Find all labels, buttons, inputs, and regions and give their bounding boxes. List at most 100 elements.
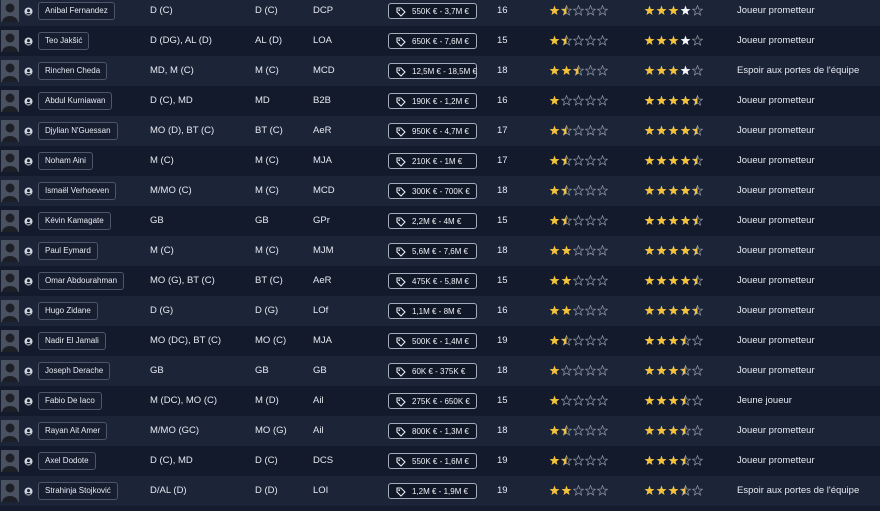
- table-row[interactable]: Abdul Kurniawan D (C), MD MD B2B 190K € …: [0, 86, 880, 116]
- player-name-button[interactable]: Abdul Kurniawan: [38, 92, 113, 110]
- player-status-cell: Espoir aux portes de l'équipe: [737, 485, 860, 496]
- table-row[interactable]: Teo Jakšić D (DG), AL (D) AL (D) LOA 650…: [0, 26, 880, 56]
- player-photo[interactable]: [1, 30, 19, 52]
- transfer-value-button[interactable]: 550K € - 1,6M €: [388, 453, 477, 469]
- transfer-value-button[interactable]: 650K € - 7,6M €: [388, 33, 477, 49]
- transfer-value-button[interactable]: 1,2M € - 1,9M €: [388, 483, 477, 499]
- player-photo[interactable]: [1, 390, 19, 412]
- table-row[interactable]: Djylian N'Guessan MO (D), BT (C) BT (C) …: [0, 116, 880, 146]
- player-name-button[interactable]: Axel Dodote: [38, 452, 96, 470]
- player-name-button[interactable]: Teo Jakšić: [38, 32, 90, 50]
- star-icon: [549, 365, 560, 376]
- table-row[interactable]: Anibal Fernandez D (C) D (C) DCP 550K € …: [0, 0, 880, 26]
- table-row[interactable]: Strahinja Stojković D/AL (D) D (D) LOI 1…: [0, 476, 880, 506]
- price-tag-icon: [396, 97, 406, 107]
- star-icon: [597, 455, 608, 466]
- transfer-value-button[interactable]: 275K € - 650K €: [388, 393, 477, 409]
- positions-cell: GB: [150, 215, 164, 226]
- table-row[interactable]: Ismaël Verhoeven M/MO (C) M (C) MCD 300K…: [0, 176, 880, 206]
- player-name-button[interactable]: Rayan Ait Amer: [38, 422, 108, 440]
- transfer-value-button[interactable]: 2,2M € - 4M €: [388, 213, 477, 229]
- star-icon: [680, 95, 691, 106]
- star-icon: [644, 365, 655, 376]
- price-tag-icon: [396, 397, 406, 407]
- transfer-value-button[interactable]: 12,5M € - 18,5M €: [388, 63, 477, 79]
- player-photo[interactable]: [1, 300, 19, 322]
- star-icon: [644, 305, 655, 316]
- transfer-value-button[interactable]: 60K € - 375K €: [388, 363, 477, 379]
- transfer-value-button[interactable]: 210K € - 1M €: [388, 153, 477, 169]
- table-row[interactable]: Axel Dodote D (C), MD D (C) DCS 550K € -…: [0, 446, 880, 476]
- table-row[interactable]: Joseph Derache GB GB GB 60K € - 375K € 1…: [0, 356, 880, 386]
- player-name-button[interactable]: Joseph Derache: [38, 362, 111, 380]
- star-icon: [644, 95, 655, 106]
- star-icon: [692, 455, 703, 466]
- star-icon: [597, 35, 608, 46]
- player-name-button[interactable]: Nadir El Jamali: [38, 332, 106, 350]
- player-name-button[interactable]: Kévin Kamagate: [38, 212, 111, 230]
- star-icon: [573, 245, 584, 256]
- player-name-button[interactable]: Omar Abdourahman: [38, 272, 125, 290]
- player-name-button[interactable]: Djylian N'Guessan: [38, 122, 118, 140]
- player-name-button[interactable]: Noham Aini: [38, 152, 93, 170]
- player-photo[interactable]: [1, 240, 19, 262]
- transfer-value-button[interactable]: 300K € - 700K €: [388, 183, 477, 199]
- player-name-button[interactable]: Anibal Fernandez: [38, 2, 115, 20]
- table-row[interactable]: Rinchen Cheda MD, M (C) M (C) MCD 12,5M …: [0, 56, 880, 86]
- player-name-button[interactable]: Rinchen Cheda: [38, 62, 108, 80]
- star-icon: [585, 305, 596, 316]
- transfer-value-text: 190K € - 1,2M €: [412, 97, 469, 106]
- transfer-value-button[interactable]: 950K € - 4,7M €: [388, 123, 477, 139]
- player-photo[interactable]: [1, 270, 19, 292]
- player-photo[interactable]: [1, 450, 19, 472]
- positions-cell: MD, M (C): [150, 65, 194, 76]
- transfer-value-button[interactable]: 800K € - 1,3M €: [388, 423, 477, 439]
- player-status-cell: Joueur prometteur: [737, 155, 815, 166]
- table-row[interactable]: Rayan Ait Amer M/MO (GC) MO (G) Ail 800K…: [0, 416, 880, 446]
- table-row[interactable]: Hugo Zidane D (G) D (G) LOf 1,1M € - 8M …: [0, 296, 880, 326]
- player-photo[interactable]: [1, 480, 19, 502]
- player-name-button[interactable]: Ismaël Verhoeven: [38, 182, 117, 200]
- player-photo[interactable]: [1, 120, 19, 142]
- player-name-button[interactable]: Strahinja Stojković: [38, 482, 118, 500]
- player-photo[interactable]: [1, 90, 19, 112]
- current-ability-stars: [549, 95, 608, 107]
- star-icon: [680, 245, 691, 256]
- star-icon: [656, 185, 667, 196]
- star-icon: [585, 335, 596, 346]
- star-icon: [656, 425, 667, 436]
- star-icon: [573, 125, 584, 136]
- table-row[interactable]: Nadir El Jamali MO (DC), BT (C) MO (C) M…: [0, 326, 880, 356]
- transfer-value-button[interactable]: 1,1M € - 8M €: [388, 303, 477, 319]
- transfer-value-button[interactable]: 5,6M € - 7,6M €: [388, 243, 477, 259]
- player-name-button[interactable]: Hugo Zidane: [38, 302, 98, 320]
- transfer-value-button[interactable]: 550K € - 3,7M €: [388, 3, 477, 19]
- table-row[interactable]: Noham Aini M (C) M (C) MJA 210K € - 1M €…: [0, 146, 880, 176]
- player-photo[interactable]: [1, 150, 19, 172]
- player-photo[interactable]: [1, 330, 19, 352]
- player-photo[interactable]: [1, 60, 19, 82]
- player-photo[interactable]: [1, 180, 19, 202]
- player-photo[interactable]: [1, 420, 19, 442]
- table-row[interactable]: Fabio De Iaco M (DC), MO (C) M (D) Ail 2…: [0, 386, 880, 416]
- table-row[interactable]: Omar Abdourahman MO (G), BT (C) BT (C) A…: [0, 266, 880, 296]
- transfer-value-button[interactable]: 500K € - 1,4M €: [388, 333, 477, 349]
- table-row[interactable]: Kévin Kamagate GB GB GPr 2,2M € - 4M € 1…: [0, 206, 880, 236]
- star-icon: [561, 395, 572, 406]
- potential-ability-stars: [644, 35, 703, 47]
- best-position-cell: BT (C): [255, 275, 283, 286]
- player-name-button[interactable]: Paul Eymard: [38, 242, 98, 260]
- transfer-value-button[interactable]: 475K € - 5,8M €: [388, 273, 477, 289]
- player-photo[interactable]: [1, 210, 19, 232]
- age-cell: 18: [497, 425, 508, 436]
- transfer-value-button[interactable]: 190K € - 1,2M €: [388, 93, 477, 109]
- positions-cell: GB: [150, 365, 164, 376]
- player-photo[interactable]: [1, 360, 19, 382]
- star-icon: [597, 155, 608, 166]
- star-icon: [597, 365, 608, 376]
- star-icon: [644, 485, 655, 496]
- player-name-button[interactable]: Fabio De Iaco: [38, 392, 102, 410]
- player-status-cell: Joueur prometteur: [737, 305, 815, 316]
- player-photo[interactable]: [1, 0, 19, 22]
- table-row[interactable]: Paul Eymard M (C) M (C) MJM 5,6M € - 7,6…: [0, 236, 880, 266]
